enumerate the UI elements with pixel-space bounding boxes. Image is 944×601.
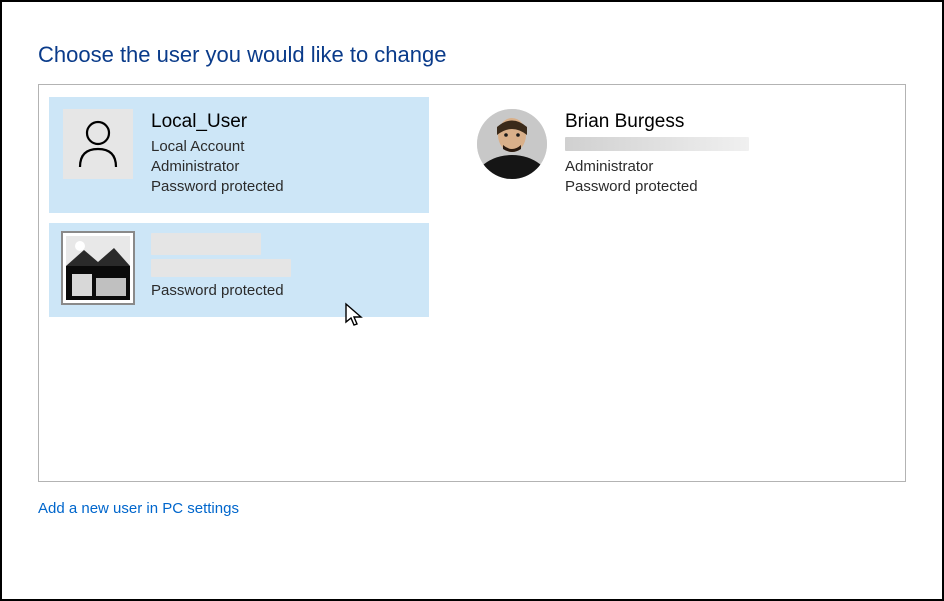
user-password-status: Password protected bbox=[565, 177, 749, 197]
avatar bbox=[63, 109, 133, 179]
user-info: Local_User Local Account Administrator P… bbox=[151, 109, 284, 197]
user-account-type: Local Account bbox=[151, 137, 284, 157]
add-user-link[interactable]: Add a new user in PC settings bbox=[38, 500, 239, 517]
user-name: Local_User bbox=[151, 109, 284, 135]
user-role: Administrator bbox=[565, 157, 749, 177]
person-icon bbox=[63, 109, 133, 179]
avatar-photo bbox=[477, 109, 547, 179]
page-title: Choose the user you would like to change bbox=[38, 42, 906, 68]
user-list-panel: Local_User Local Account Administrator P… bbox=[38, 84, 906, 482]
user-card-local-user[interactable]: Local_User Local Account Administrator P… bbox=[49, 97, 429, 213]
user-name: Brian Burgess bbox=[565, 109, 749, 135]
avatar bbox=[477, 109, 547, 179]
user-line-redacted bbox=[151, 259, 291, 277]
avatar-thumbnail bbox=[63, 233, 133, 303]
user-info: Brian Burgess Administrator Password pro… bbox=[565, 109, 749, 197]
user-name-redacted bbox=[151, 233, 261, 255]
user-role: Administrator bbox=[151, 157, 284, 177]
user-email-redacted bbox=[565, 137, 749, 151]
user-card-brian-burgess[interactable]: Brian Burgess Administrator Password pro… bbox=[463, 97, 843, 213]
user-card-redacted[interactable]: Password protected bbox=[49, 223, 429, 317]
avatar bbox=[63, 233, 133, 303]
user-info: Password protected bbox=[151, 233, 291, 301]
user-password-status: Password protected bbox=[151, 281, 291, 301]
user-password-status: Password protected bbox=[151, 177, 284, 197]
